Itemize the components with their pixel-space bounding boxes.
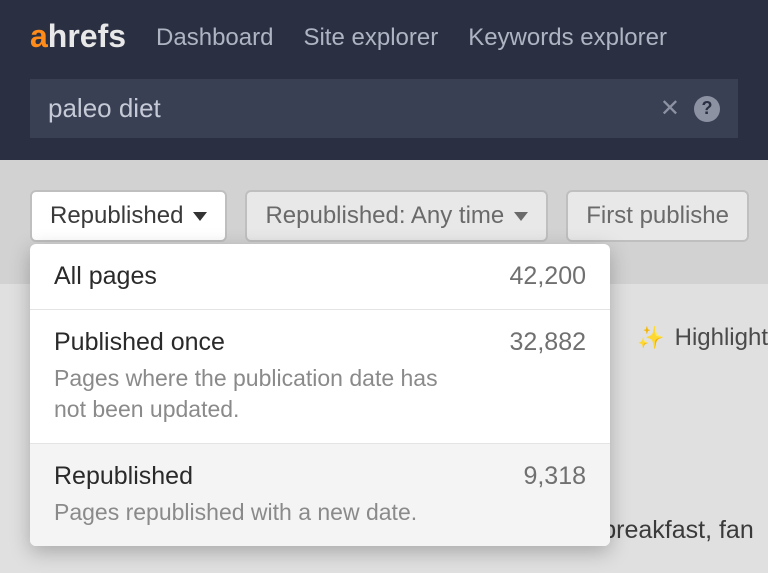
search-input[interactable] (48, 93, 660, 124)
filter-time-button[interactable]: Republished: Any time (245, 190, 548, 242)
dropdown-label: Published once (54, 328, 225, 357)
highlight-toggle[interactable]: ✨ Highlight (637, 324, 768, 352)
logo-suffix: hrefs (48, 18, 126, 54)
clear-icon[interactable]: ✕ (660, 94, 680, 123)
dropdown-item-republished[interactable]: Republished 9,318 Pages republished with… (30, 444, 610, 546)
dropdown-item-all-pages[interactable]: All pages 42,200 (30, 244, 610, 310)
logo-prefix: a (30, 18, 48, 54)
help-icon[interactable]: ? (694, 96, 720, 122)
header: ahrefs Dashboard Site explorer Keywords … (0, 0, 768, 160)
filter-republished-button[interactable]: Republished (30, 190, 227, 242)
content-area: Republished Republished: Any time First … (0, 160, 768, 284)
dropdown-count: 32,882 (510, 328, 586, 357)
filter-label: Republished (50, 202, 183, 230)
dropdown-count: 9,318 (523, 462, 586, 491)
chevron-down-icon (514, 212, 528, 221)
nav-dashboard[interactable]: Dashboard (156, 24, 273, 52)
dropdown-description: Pages where the publication date has not… (54, 363, 474, 425)
filter-label: Republished: Any time (265, 202, 504, 230)
nav-keywords-explorer[interactable]: Keywords explorer (468, 24, 667, 52)
highlight-label: Highlight (675, 324, 768, 352)
logo[interactable]: ahrefs (30, 18, 126, 57)
chevron-down-icon (193, 212, 207, 221)
dropdown-count: 42,200 (510, 262, 586, 291)
nav-site-explorer[interactable]: Site explorer (303, 24, 438, 52)
dropdown-label: All pages (54, 262, 157, 291)
dropdown-item-published-once[interactable]: Published once 32,882 Pages where the pu… (30, 310, 610, 444)
nav-row: ahrefs Dashboard Site explorer Keywords … (30, 18, 738, 57)
search-bar: ✕ ? (30, 79, 738, 138)
dropdown-description: Pages republished with a new date. (54, 497, 474, 528)
republished-dropdown: All pages 42,200 Published once 32,882 P… (30, 244, 610, 546)
filter-label: First publishe (586, 202, 729, 230)
filter-first-published-button[interactable]: First publishe (566, 190, 749, 242)
dropdown-label: Republished (54, 462, 193, 491)
filters-row: Republished Republished: Any time First … (30, 190, 738, 242)
sparkle-icon: ✨ (637, 325, 664, 351)
